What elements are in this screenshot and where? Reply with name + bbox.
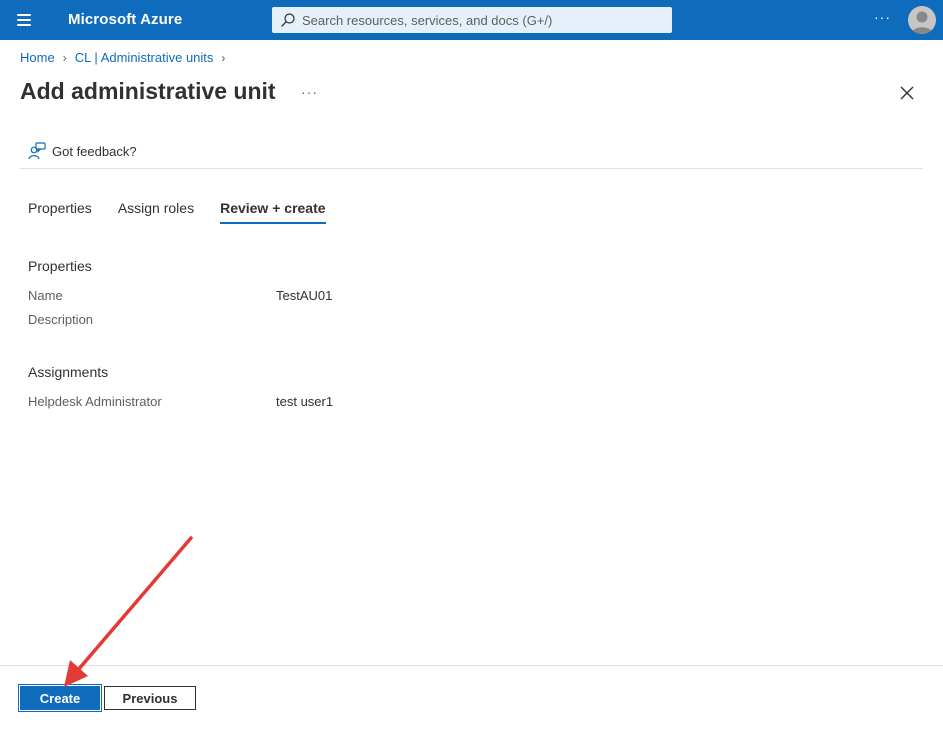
previous-button[interactable]: Previous <box>104 686 196 710</box>
annotation-arrow-icon <box>64 536 193 687</box>
tab-assign-roles[interactable]: Assign roles <box>118 200 194 222</box>
chevron-right-icon: › <box>221 50 226 65</box>
avatar[interactable] <box>908 6 936 34</box>
properties-section-title: Properties <box>28 258 92 274</box>
user-avatar-icon <box>911 11 933 34</box>
page-more-icon[interactable]: ··· <box>301 84 318 100</box>
feedback-link[interactable]: Got feedback? <box>28 142 137 160</box>
feedback-label: Got feedback? <box>52 143 137 159</box>
chevron-right-icon: › <box>62 50 67 65</box>
breadcrumb-administrative-units[interactable]: CL | Administrative units <box>75 50 214 65</box>
wizard-tabs: Properties Assign roles Review + create <box>28 200 352 224</box>
tab-properties[interactable]: Properties <box>28 200 92 222</box>
role-label: Helpdesk Administrator <box>28 394 162 409</box>
footer-divider <box>0 665 943 666</box>
divider <box>20 168 923 169</box>
page-title: Add administrative unit <box>20 78 276 104</box>
name-label: Name <box>28 288 63 303</box>
create-button[interactable]: Create <box>18 684 102 712</box>
hamburger-menu-icon[interactable] <box>13 12 35 28</box>
search-input[interactable] <box>302 12 662 28</box>
role-assignee-value: test user1 <box>276 394 334 409</box>
top-navigation-bar: Microsoft Azure ··· <box>0 0 943 40</box>
portal-brand[interactable]: Microsoft Azure <box>68 11 182 28</box>
topbar-more-icon[interactable]: ··· <box>874 9 891 25</box>
feedback-icon <box>28 142 46 160</box>
breadcrumb-home[interactable]: Home <box>20 50 55 65</box>
global-search-box[interactable] <box>272 7 672 33</box>
assignments-section-title: Assignments <box>28 364 109 380</box>
name-value: TestAU01 <box>276 288 333 303</box>
close-icon[interactable] <box>897 83 917 103</box>
description-label: Description <box>28 312 94 327</box>
search-icon <box>281 13 295 27</box>
breadcrumb: Home › CL | Administrative units › <box>20 50 233 65</box>
tab-review-create[interactable]: Review + create <box>220 200 327 224</box>
